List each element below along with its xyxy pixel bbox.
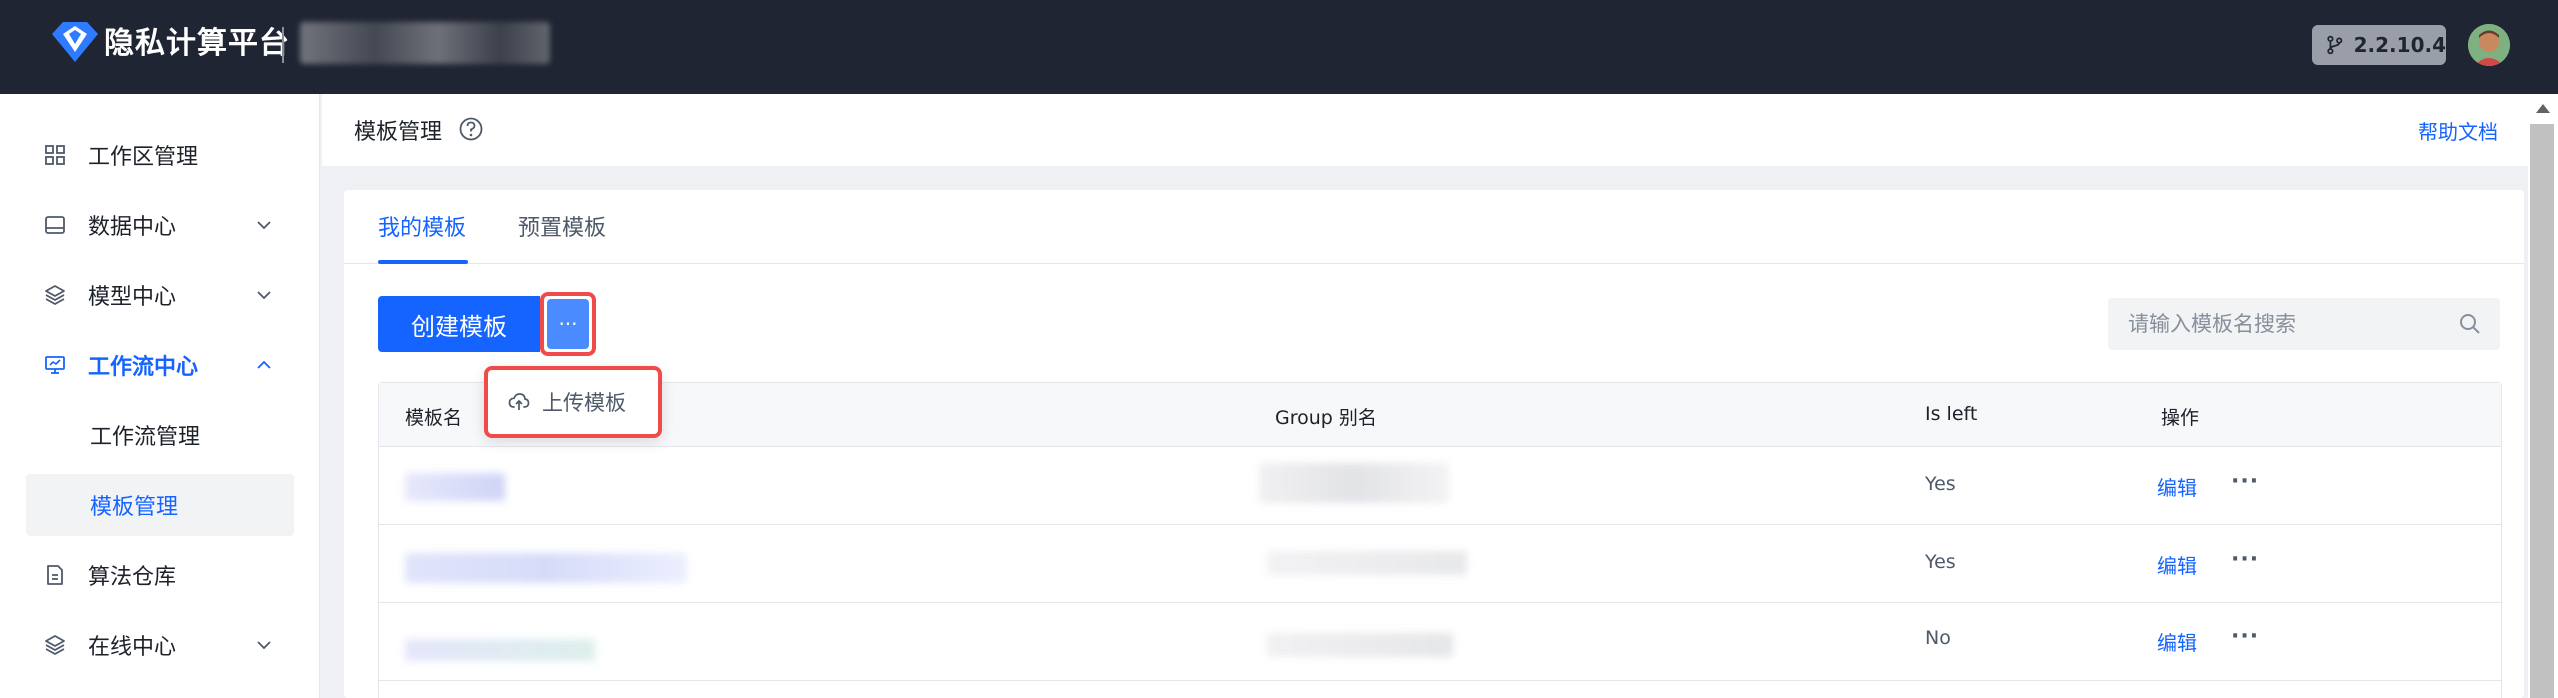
sidebar-item-online-center[interactable]: 在线中心 (26, 614, 294, 676)
upload-template-menu-item[interactable]: 上传模板 (492, 374, 654, 430)
version-text: 2.2.10.4 (2353, 33, 2446, 57)
chevron-down-icon (257, 221, 271, 230)
document-icon (42, 562, 68, 588)
table-header: 模板名 Group 别名 Is left 操作 (379, 383, 2501, 447)
chevron-down-icon (257, 641, 271, 650)
edit-link[interactable]: 编辑 (2157, 627, 2197, 656)
logo-icon (52, 22, 98, 62)
column-is-left: Is left (1925, 403, 1978, 425)
scroll-up-arrow-icon[interactable] (2536, 104, 2550, 113)
create-template-button[interactable]: 创建模板 (378, 296, 540, 352)
search-icon[interactable] (2458, 312, 2482, 336)
page-header: 模板管理 帮助文档 (322, 94, 2528, 166)
is-left-value: No (1925, 627, 1951, 649)
is-left-value: Yes (1925, 551, 1956, 573)
chevron-up-icon (257, 360, 271, 369)
layers-icon (42, 632, 68, 658)
sidebar-item-workspace[interactable]: 工作区管理 (26, 124, 294, 186)
project-name-redacted[interactable] (300, 22, 550, 64)
database-icon (42, 212, 68, 238)
app-title: 隐私计算平台 (104, 26, 290, 61)
content-card: 我的模板 预置模板 创建模板 ··· 模板名 Group 别名 Is left … (344, 190, 2524, 698)
sidebar-item-model-center[interactable]: 模型中心 (26, 264, 294, 326)
cloud-upload-icon (508, 393, 530, 410)
group-alias-redacted (1267, 633, 1453, 657)
table-row: Yes 编辑 ··· (379, 447, 2501, 525)
tab-preset-templates[interactable]: 预置模板 (518, 210, 606, 242)
scrollbar-thumb[interactable] (2530, 124, 2554, 698)
avatar-icon (2468, 24, 2510, 66)
vertical-scrollbar[interactable] (2528, 94, 2558, 698)
column-group-alias: Group 别名 (1275, 407, 1377, 429)
search-box (2108, 298, 2500, 350)
group-alias-redacted (1267, 551, 1467, 575)
title-divider (282, 27, 284, 63)
top-bar: 隐私计算平台 2.2.10.4 (0, 0, 2558, 94)
group-alias-redacted (1259, 463, 1449, 503)
table-row: No 编辑 ··· (379, 603, 2501, 681)
active-tab-indicator (378, 260, 468, 264)
sidebar-item-label: 工作区管理 (88, 145, 199, 170)
template-name-redacted (405, 553, 687, 583)
tabs: 我的模板 预置模板 (344, 190, 2524, 264)
sidebar-item-workflow-center[interactable]: 工作流中心 (26, 334, 294, 396)
chevron-down-icon (257, 291, 271, 300)
avatar[interactable] (2468, 24, 2510, 66)
more-actions-button[interactable]: ··· (547, 299, 589, 349)
template-name-redacted (405, 473, 505, 501)
monitor-icon (42, 352, 68, 378)
sidebar-item-template-management[interactable]: 模板管理 (26, 474, 294, 536)
sidebar-item-label: 算法仓库 (88, 565, 177, 590)
more-actions-highlight: ··· (540, 292, 596, 356)
table-row: Yes 编辑 ··· (379, 525, 2501, 603)
sidebar-item-label: 数据中心 (88, 215, 177, 240)
more-actions-dropdown: 上传模板 (484, 366, 662, 438)
help-doc-link[interactable]: 帮助文档 (2418, 116, 2498, 145)
sidebar-item-workflow-management[interactable]: 工作流管理 (26, 404, 294, 466)
sidebar-item-label: 模型中心 (88, 285, 177, 310)
row-more-button[interactable]: ··· (2231, 547, 2259, 572)
sidebar-item-data-center[interactable]: 数据中心 (26, 194, 294, 256)
template-table: 模板名 Group 别名 Is left 操作 Yes 编辑 ··· Yes 编… (378, 382, 2502, 698)
column-actions: 操作 (2161, 407, 2200, 429)
is-left-value: Yes (1925, 473, 1956, 495)
row-more-button[interactable]: ··· (2231, 469, 2259, 494)
version-badge[interactable]: 2.2.10.4 (2312, 25, 2446, 65)
column-template-name: 模板名 (405, 407, 463, 429)
sidebar-item-algorithm-repo[interactable]: 算法仓库 (26, 544, 294, 606)
grid-icon (42, 142, 68, 168)
page-title: 模板管理 (354, 120, 443, 145)
layers-icon (42, 282, 68, 308)
tab-my-templates[interactable]: 我的模板 (378, 210, 466, 242)
sidebar-item-label: 在线中心 (88, 635, 177, 660)
search-input[interactable] (2108, 298, 2448, 350)
sidebar-item-label: 工作流中心 (88, 355, 199, 380)
git-branch-icon (2327, 35, 2343, 55)
sidebar: 工作区管理 数据中心 模型中心 工作流中心 工作流管理 模板管理 算法仓库 在线 (0, 94, 320, 698)
edit-link[interactable]: 编辑 (2157, 550, 2197, 579)
row-more-button[interactable]: ··· (2231, 624, 2259, 649)
edit-link[interactable]: 编辑 (2157, 472, 2197, 501)
help-icon[interactable] (458, 116, 484, 142)
upload-template-label: 上传模板 (542, 391, 626, 415)
template-name-redacted (405, 639, 595, 661)
